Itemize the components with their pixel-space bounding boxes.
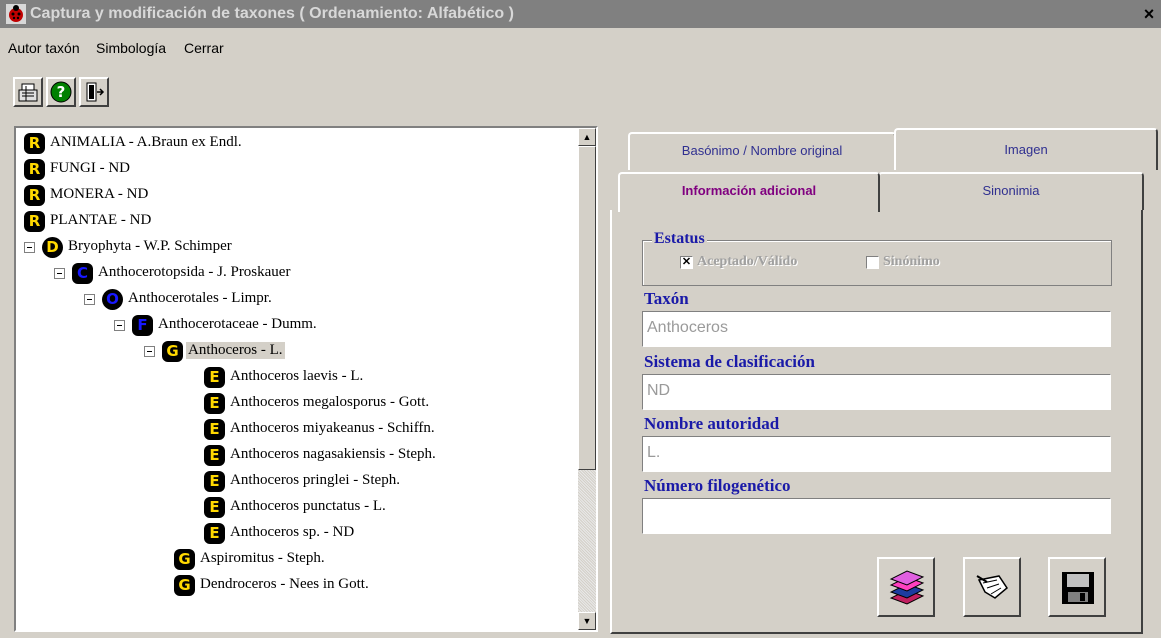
window-title: Captura y modificación de taxones ( Orde…: [30, 5, 514, 22]
tree-item-label: Anthocerotales - Limpr.: [128, 290, 272, 306]
tree-item-label-selected: Anthoceros - L.: [186, 342, 285, 359]
menu-item-simbologia[interactable]: Simbología: [96, 40, 166, 56]
rank-badge: R: [24, 185, 45, 206]
rank-badge: E: [204, 471, 225, 492]
collapse-icon[interactable]: [54, 268, 65, 279]
phylogenetic-number-label: Número filogenético: [644, 476, 791, 495]
books-icon: [889, 570, 925, 605]
tab-informacion-adicional[interactable]: Información adicional: [618, 172, 880, 212]
rank-badge: R: [24, 159, 45, 180]
tree-item-label: Anthocerotaceae - Dumm.: [158, 316, 317, 332]
collapse-icon[interactable]: [84, 294, 95, 305]
phylogenetic-number-field[interactable]: [642, 498, 1111, 534]
tree-item-label: Anthoceros megalosporus - Gott.: [230, 394, 430, 410]
rank-badge: R: [24, 211, 45, 232]
rank-badge: E: [204, 367, 225, 388]
tree-item-label: FUNGI - ND: [50, 160, 130, 176]
pen-hand-icon: [976, 575, 1008, 599]
taxon-field[interactable]: Anthoceros: [642, 311, 1111, 347]
tree-item-label: Aspiromitus - Steph.: [200, 550, 325, 566]
rank-badge: E: [204, 393, 225, 414]
edit-button[interactable]: [963, 557, 1021, 617]
scroll-down-button[interactable]: ▼: [578, 612, 596, 630]
rank-badge: D: [42, 237, 63, 258]
authority-name-field[interactable]: L.: [642, 436, 1111, 472]
taxon-tree[interactable]: R ANIMALIA - A.Braun ex Endl. R FUNGI - …: [14, 126, 598, 632]
synonym-checkbox[interactable]: [866, 256, 879, 269]
tree-item-label: Bryophyta - W.P. Schimper: [68, 238, 232, 254]
tree-item-label: MONERA - ND: [50, 186, 149, 202]
authority-name-label: Nombre autoridad: [644, 414, 780, 433]
help-button[interactable]: ?: [46, 77, 76, 107]
tree-item-label: Anthoceros punctatus - L.: [230, 498, 386, 514]
cash-register-icon: [18, 83, 38, 102]
synonym-label: Sinónimo: [883, 254, 940, 269]
tree-item-label: Dendroceros - Nees in Gott.: [200, 576, 369, 592]
books-button[interactable]: [877, 557, 935, 617]
rank-badge: G: [162, 341, 183, 362]
menu-item-autor-taxon[interactable]: Autor taxón: [8, 40, 80, 56]
rank-badge: E: [204, 445, 225, 466]
rank-badge: G: [174, 575, 195, 596]
scroll-up-button[interactable]: ▲: [578, 128, 596, 146]
save-button[interactable]: [1048, 557, 1106, 617]
accepted-label: Aceptado/Válido: [697, 254, 798, 269]
tree-item-label: Anthoceros nagasakiensis - Steph.: [230, 446, 436, 462]
exit-button[interactable]: [79, 77, 109, 107]
rank-badge: R: [24, 133, 45, 154]
rank-badge: E: [204, 419, 225, 440]
help-icon: ?: [50, 81, 72, 103]
tree-scrollbar[interactable]: ▲ ▼: [578, 128, 596, 630]
scroll-thumb[interactable]: [578, 146, 596, 470]
tab-sinonimia[interactable]: Sinonimia: [878, 172, 1144, 210]
ladybug-icon: [6, 4, 26, 24]
close-button[interactable]: ×: [1137, 2, 1161, 26]
tab-basonimo[interactable]: Basónimo / Nombre original: [628, 132, 896, 170]
accepted-checkbox[interactable]: ✕: [680, 256, 693, 269]
rank-badge: C: [72, 263, 93, 284]
menu-bar: Autor taxón Simbología Cerrar: [0, 40, 1161, 64]
collapse-icon[interactable]: [144, 346, 155, 357]
cash-register-button[interactable]: [13, 77, 43, 107]
floppy-disk-icon: [1062, 572, 1094, 604]
status-group-title: Estatus: [652, 230, 707, 248]
tree-item-label: Anthocerotopsida - J. Proskauer: [98, 264, 291, 280]
tree-item-label: Anthoceros laevis - L.: [230, 368, 364, 384]
menu-item-cerrar[interactable]: Cerrar: [184, 40, 224, 56]
taxon-label: Taxón: [644, 289, 689, 308]
rank-badge: E: [204, 497, 225, 518]
rank-badge: O: [102, 289, 123, 310]
rank-badge: E: [204, 523, 225, 544]
collapse-icon[interactable]: [114, 320, 125, 331]
collapse-icon[interactable]: [24, 242, 35, 253]
rank-badge: G: [174, 549, 195, 570]
rank-badge: F: [132, 315, 153, 336]
tree-item-label: PLANTAE - ND: [50, 212, 152, 228]
classification-system-label: Sistema de clasificación: [644, 352, 815, 371]
tree-item-label: Anthoceros miyakeanus - Schiffn.: [230, 420, 435, 436]
tree-item-label: ANIMALIA - A.Braun ex Endl.: [50, 134, 242, 150]
tree-item-label: Anthoceros sp. - ND: [230, 524, 355, 540]
tree-item-label: Anthoceros pringlei - Steph.: [230, 472, 400, 488]
classification-system-field[interactable]: ND: [642, 374, 1111, 410]
svg-text:?: ?: [57, 83, 66, 101]
exit-icon: [86, 82, 105, 102]
title-bar: Captura y modificación de taxones ( Orde…: [0, 0, 1161, 28]
tab-imagen[interactable]: Imagen: [894, 128, 1158, 170]
